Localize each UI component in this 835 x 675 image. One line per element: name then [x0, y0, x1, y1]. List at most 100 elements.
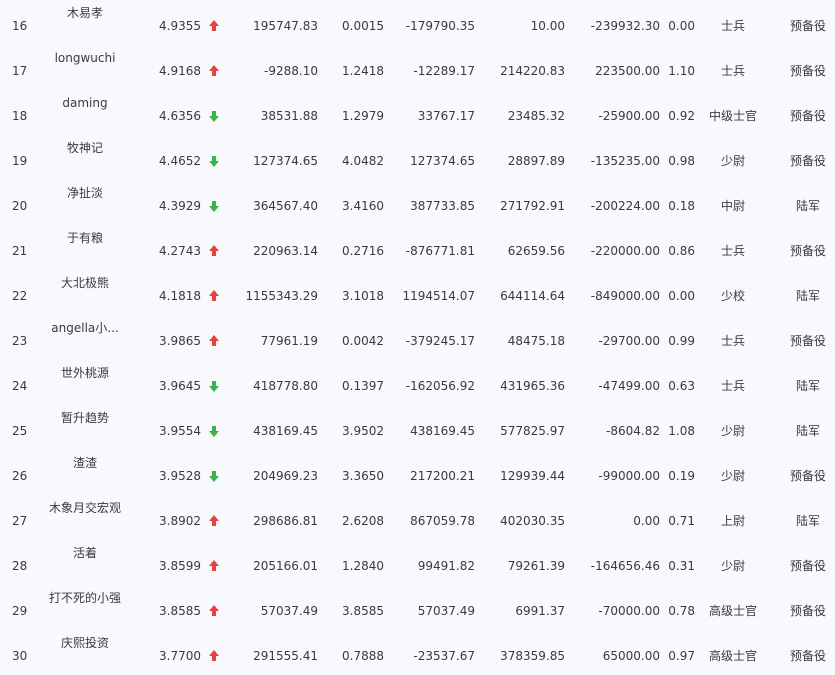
score-cell: 4.9168	[159, 64, 201, 78]
value-4-cell: 10.00	[530, 19, 565, 33]
table-row[interactable]: 28 活着 3.8599 205166.01 1.2840 99491.82 79261.3…	[0, 540, 835, 585]
value-2-cell: 3.8585	[342, 604, 384, 618]
value-1-cell: 298686.81	[253, 514, 318, 528]
value-5-cell: -135235.00	[590, 154, 660, 168]
arrow-down-icon	[208, 154, 220, 168]
value-4-cell: 48475.18	[507, 334, 565, 348]
unit-cell: 预备役	[789, 559, 826, 573]
unit-cell: 预备役	[789, 154, 826, 168]
score-cell: 3.9528	[159, 469, 201, 483]
table-row[interactable]: 25 暂升趋势 3.9554 438169.45 3.9502 438169.45 5778…	[0, 405, 835, 450]
user-name[interactable]: 打不死的小强	[40, 591, 130, 605]
value-4-cell: 214220.83	[500, 64, 565, 78]
value-3-cell: 438169.45	[410, 424, 475, 438]
table-row[interactable]: 23 angella小... 3.9865 77961.19 0.0042 -379245…	[0, 315, 835, 360]
value-3-cell: 1194514.07	[402, 289, 475, 303]
unit-cell: 预备役	[789, 469, 826, 483]
military-rank-cell: 士兵	[720, 334, 745, 348]
table-row[interactable]: 22 大北极熊 4.1818 1155343.29 3.1018 1194514.07 64…	[0, 270, 835, 315]
table-row[interactable]: 30 庆熙投资 3.7700 291555.41 0.7888 -23537.67 3783…	[0, 630, 835, 675]
unit-cell: 预备役	[789, 334, 826, 348]
table-row[interactable]: 26 渣渣 3.9528 204969.23 3.3650 217200.21 129939…	[0, 450, 835, 495]
user-name[interactable]: 暂升趋势	[40, 411, 130, 425]
rank-cell: 28	[12, 559, 28, 573]
value-6-cell: 0.97	[668, 649, 695, 663]
rank-cell: 23	[12, 334, 28, 348]
military-rank-cell: 士兵	[720, 244, 745, 258]
value-1-cell: 364567.40	[253, 199, 318, 213]
user-name[interactable]: daming	[40, 96, 130, 110]
value-4-cell: 378359.85	[500, 649, 565, 663]
value-1-cell: 77961.19	[260, 334, 318, 348]
table-row[interactable]: 24 世外桃源 3.9645 418778.80 0.1397 -162056.92 431…	[0, 360, 835, 405]
value-2-cell: 1.2979	[342, 109, 384, 123]
unit-cell: 预备役	[789, 19, 826, 33]
user-name[interactable]: 净扯淡	[40, 186, 130, 200]
value-1-cell: 205166.01	[253, 559, 318, 573]
arrow-up-icon	[208, 289, 220, 303]
arrow-up-icon	[208, 514, 220, 528]
score-cell: 4.2743	[159, 244, 201, 258]
rank-cell: 29	[12, 604, 28, 618]
military-rank-cell: 高级士官	[708, 649, 757, 663]
user-name[interactable]: 活着	[40, 546, 130, 560]
value-4-cell: 62659.56	[507, 244, 565, 258]
value-6-cell: 0.18	[668, 199, 695, 213]
value-3-cell: -12289.17	[413, 64, 475, 78]
value-4-cell: 402030.35	[500, 514, 565, 528]
user-name[interactable]: 木易孝	[40, 6, 130, 20]
user-name[interactable]: 渣渣	[40, 456, 130, 470]
value-6-cell: 0.19	[668, 469, 695, 483]
table-row[interactable]: 19 牧神记 4.4652 127374.65 4.0482 127374.65 28897…	[0, 135, 835, 180]
value-1-cell: 38531.88	[260, 109, 318, 123]
value-4-cell: 23485.32	[507, 109, 565, 123]
user-name[interactable]: 于有粮	[40, 231, 130, 245]
table-row[interactable]: 18 daming 4.6356 38531.88 1.2979 33767.17 2348…	[0, 90, 835, 135]
arrow-up-icon	[208, 559, 220, 573]
value-4-cell: 431965.36	[500, 379, 565, 393]
value-5-cell: -47499.00	[598, 379, 660, 393]
value-1-cell: 220963.14	[253, 244, 318, 258]
score-cell: 3.9645	[159, 379, 201, 393]
value-3-cell: 387733.85	[410, 199, 475, 213]
score-cell: 3.9554	[159, 424, 201, 438]
value-3-cell: -876771.81	[405, 244, 475, 258]
rank-cell: 26	[12, 469, 28, 483]
value-4-cell: 28897.89	[507, 154, 565, 168]
value-5-cell: -220000.00	[590, 244, 660, 258]
rank-cell: 25	[12, 424, 28, 438]
table-row[interactable]: 17 longwuchi 4.9168 -9288.10 1.2418 -12289.17…	[0, 45, 835, 90]
value-4-cell: 6991.37	[515, 604, 565, 618]
table-row[interactable]: 20 净扯淡 4.3929 364567.40 3.4160 387733.85 27179…	[0, 180, 835, 225]
user-name[interactable]: 木象月交宏观	[40, 501, 130, 515]
value-3-cell: 127374.65	[410, 154, 475, 168]
table-row[interactable]: 27 木象月交宏观 3.8902 298686.81 2.6208 867059.78 40…	[0, 495, 835, 540]
value-2-cell: 0.0042	[342, 334, 384, 348]
value-2-cell: 3.1018	[342, 289, 384, 303]
user-name[interactable]: 世外桃源	[40, 366, 130, 380]
score-cell: 4.4652	[159, 154, 201, 168]
unit-cell: 陆军	[795, 514, 820, 528]
value-3-cell: 33767.17	[417, 109, 475, 123]
user-name[interactable]: 牧神记	[40, 141, 130, 155]
table-row[interactable]: 21 于有粮 4.2743 220963.14 0.2716 -876771.81 6265…	[0, 225, 835, 270]
score-cell: 3.8902	[159, 514, 201, 528]
user-name[interactable]: 庆熙投资	[40, 636, 130, 650]
military-rank-cell: 少尉	[720, 154, 745, 168]
user-name[interactable]: 大北极熊	[40, 276, 130, 290]
table-row[interactable]: 29 打不死的小强 3.8585 57037.49 3.8585 57037.49 6991…	[0, 585, 835, 630]
rank-cell: 19	[12, 154, 28, 168]
value-1-cell: 1155343.29	[245, 289, 318, 303]
arrow-down-icon	[208, 109, 220, 123]
rank-cell: 30	[12, 649, 28, 663]
value-6-cell: 0.63	[668, 379, 695, 393]
value-6-cell: 0.92	[668, 109, 695, 123]
user-name[interactable]: angella小...	[40, 321, 130, 335]
value-4-cell: 577825.97	[500, 424, 565, 438]
value-1-cell: 291555.41	[253, 649, 318, 663]
score-cell: 4.6356	[159, 109, 201, 123]
user-name[interactable]: longwuchi	[40, 51, 130, 65]
score-cell: 4.9355	[159, 19, 201, 33]
table-row[interactable]: 16 木易孝 4.9355 195747.83 0.0015 -179790.35 10.0…	[0, 0, 835, 45]
value-6-cell: 0.86	[668, 244, 695, 258]
